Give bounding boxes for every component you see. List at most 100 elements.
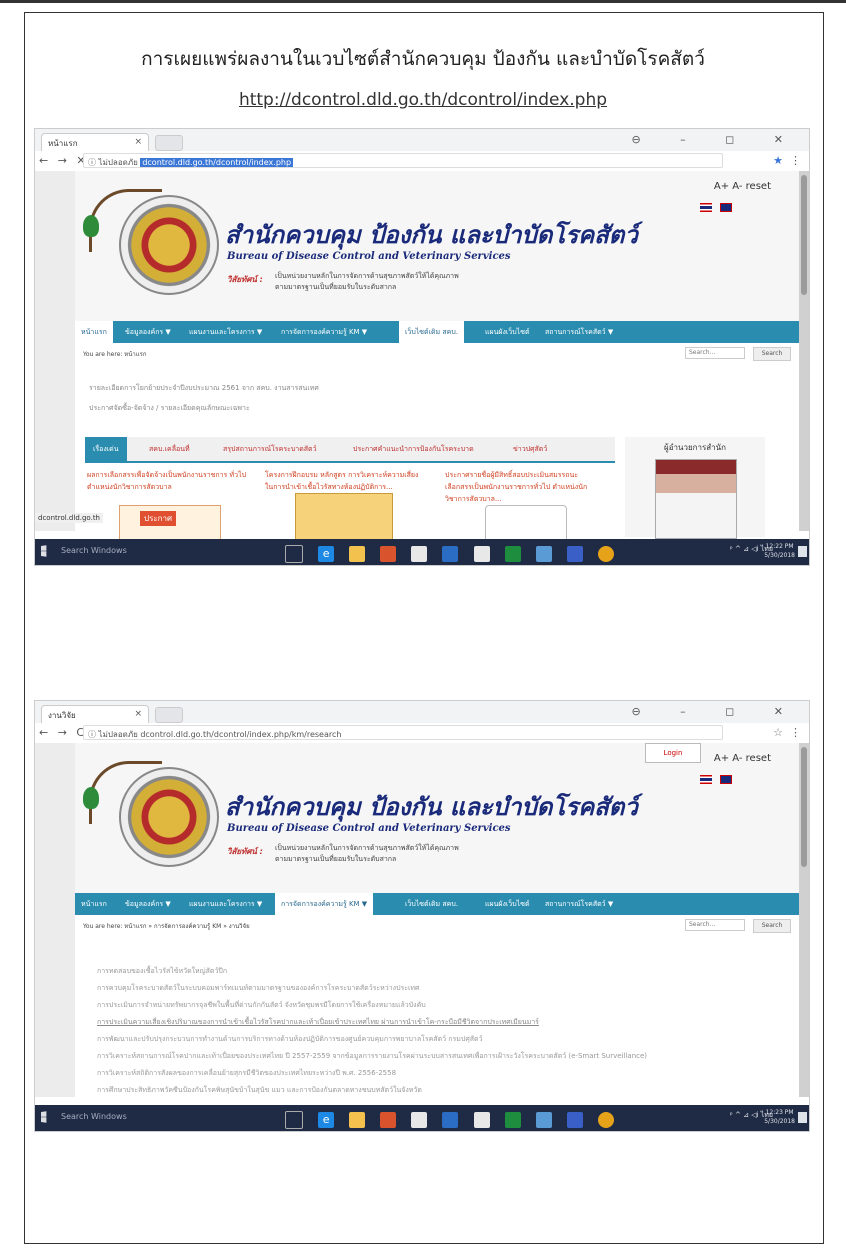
nav-old-site[interactable]: เว็บไซต์เดิม สคบ. [399, 893, 464, 915]
news-link[interactable]: รายละเอียดการโยกย้ายประจำปีงบประมาณ 2561… [89, 383, 319, 394]
nav-plans[interactable]: แผนงานและโครงการ ▼ [183, 321, 268, 343]
research-link[interactable]: การประเมินความเสี่ยงเชิงปริมาณของการนำเข… [97, 1014, 647, 1031]
excel-icon[interactable] [504, 545, 521, 562]
url-input[interactable]: ⓘ ไม่ปลอดภัย dcontrol.dld.go.th/dcontrol… [83, 725, 723, 740]
font-size-controls[interactable]: A+ A- reset [714, 753, 771, 764]
security-indicator[interactable]: ⓘ ไม่ปลอดภัย [88, 158, 138, 167]
featured-item-3-title[interactable]: ประกาศรายชื่อผู้มีสิทธิ์สอบประเมินสมรรถน… [445, 469, 605, 505]
url-input[interactable]: ⓘ ไม่ปลอดภัย dcontrol.dld.go.th/dcontrol… [83, 153, 723, 168]
windows-start-icon[interactable] [41, 1111, 47, 1123]
store-icon[interactable] [411, 545, 428, 562]
research-link[interactable]: การวิเคราะห์สถานการณ์โรคปากและเท้าเปื่อย… [97, 1048, 647, 1065]
featured-item-2-title[interactable]: โครงการฝึกอบรม หลักสูตร การวิเคราะห์ความ… [265, 469, 425, 493]
tab-close-icon[interactable]: × [134, 137, 142, 147]
bookmark-star-icon[interactable]: ★ [773, 154, 783, 167]
chrome-icon[interactable] [597, 1111, 614, 1128]
nav-home[interactable]: หน้าแรก [75, 321, 113, 343]
task-view-icon[interactable] [285, 544, 303, 563]
edge-icon[interactable]: e [318, 1111, 335, 1128]
nav-sitemap[interactable]: แผนผังเว็บไซต์ [479, 893, 536, 915]
scrollbar-thumb[interactable] [801, 175, 807, 295]
app-icon[interactable] [535, 1111, 552, 1128]
featured-item-1-title[interactable]: ผลการเลือกสรรเพื่อจัดจ้างเป็นพนักงานราชก… [87, 469, 247, 493]
vision-line-2: ตามมาตรฐานเป็นที่ยอมรับในระดับสากล [275, 855, 397, 863]
page-scrollbar[interactable] [799, 171, 809, 531]
nav-buttons[interactable]: ← → ✕ [39, 154, 89, 167]
window-controls[interactable]: ⊖ – ◻ ✕ [631, 133, 801, 146]
tab-mobile[interactable]: สคบ.เคลื่อนที่ [141, 437, 198, 461]
powerpoint-icon[interactable] [380, 1111, 397, 1128]
site-search-input[interactable]: Search... [685, 347, 745, 359]
edge-icon[interactable]: e [318, 545, 335, 562]
site-search-button[interactable]: Search [753, 919, 791, 933]
research-link[interactable]: การประเมินการจำหน่ายทรัพยากรจุลชีพในพื้น… [97, 997, 647, 1014]
taskbar-search[interactable]: Search Windows [61, 546, 127, 555]
news-link[interactable]: ประกาศจัดซื้อ-จัดจ้าง / รายละเอียดคุณลัก… [89, 403, 250, 414]
clock[interactable]: 12:23 PM 5/30/2018 [764, 1108, 795, 1126]
menu-icon[interactable]: ⋮ [790, 154, 801, 167]
store-icon[interactable] [411, 1111, 428, 1128]
word-icon[interactable] [442, 545, 459, 562]
research-link[interactable]: การควบคุมโรคระบาดสัตว์ในระบบคอมพาร์ทเมนท… [97, 980, 647, 997]
scrollbar-thumb[interactable] [801, 747, 807, 867]
browser-tab[interactable]: หน้าแรก × [41, 133, 149, 151]
nav-about[interactable]: ข้อมูลองค์กร ▼ [119, 893, 177, 915]
uk-flag-icon[interactable] [720, 775, 732, 784]
bookmark-star-icon[interactable]: ☆ [773, 726, 783, 739]
department-emblem [119, 195, 219, 295]
notification-icon[interactable] [798, 1112, 807, 1123]
page-scrollbar[interactable] [799, 743, 809, 1097]
site-search-button[interactable]: Search [753, 347, 791, 361]
nav-disease-situation[interactable]: สถานการณ์โรคสัตว์ ▼ [539, 893, 619, 915]
file-explorer-icon[interactable] [349, 1111, 366, 1128]
taskbar-search[interactable]: Search Windows [61, 1112, 127, 1121]
nav-plans[interactable]: แผนงานและโครงการ ▼ [183, 893, 268, 915]
new-tab-button[interactable] [155, 135, 183, 151]
nav-about[interactable]: ข้อมูลองค์กร ▼ [119, 321, 177, 343]
tab-close-icon[interactable]: × [134, 709, 142, 719]
research-link[interactable]: การวิเคราะห์สถิติการสังผลของการเคลื่อนย้… [97, 1065, 647, 1082]
thai-flag-icon[interactable] [699, 203, 712, 212]
clock[interactable]: 12:22 PM 5/30/2018 [764, 542, 795, 560]
menu-icon[interactable]: ⋮ [790, 726, 801, 739]
screenshot-research-page: งานวิจัย × ⊖ – ◻ ✕ ← → C ⓘ ไม่ปลอดภัย dc… [34, 700, 810, 1132]
app-icon[interactable] [535, 545, 552, 562]
mail-icon[interactable] [473, 545, 490, 562]
app-icon[interactable] [566, 1111, 583, 1128]
new-tab-button[interactable] [155, 707, 183, 723]
browser-tab[interactable]: งานวิจัย × [41, 705, 149, 723]
login-button[interactable]: Login [645, 743, 701, 763]
research-link[interactable]: การศึกษาประสิทธิภาพวัคซีนป้องกันโรคพิษสุ… [97, 1082, 647, 1099]
security-indicator[interactable]: ⓘ ไม่ปลอดภัย [88, 730, 138, 739]
notification-icon[interactable] [798, 546, 807, 557]
app-icon[interactable] [566, 545, 583, 562]
tab-disease-summary[interactable]: สรุปสถานการณ์โรคระบาดสัตว์ [215, 437, 325, 461]
excel-icon[interactable] [504, 1111, 521, 1128]
nav-home[interactable]: หน้าแรก [75, 893, 113, 915]
chrome-icon[interactable] [597, 545, 614, 562]
thai-flag-icon[interactable] [699, 775, 712, 784]
uk-flag-icon[interactable] [720, 203, 732, 212]
window-controls[interactable]: ⊖ – ◻ ✕ [631, 705, 801, 718]
research-link[interactable]: การพัฒนาและปรับปรุงกระบวนการทำงานด้านการ… [97, 1031, 647, 1048]
document-url-link[interactable]: http://dcontrol.dld.go.th/dcontrol/index… [0, 90, 846, 110]
nav-buttons[interactable]: ← → C [39, 726, 87, 739]
nav-km[interactable]: การจัดการองค์ความรู้ KM ▼ [275, 321, 373, 343]
nav-km[interactable]: การจัดการองค์ความรู้ KM ▼ [275, 893, 374, 915]
windows-start-icon[interactable] [41, 545, 47, 557]
nav-sitemap[interactable]: แผนผังเว็บไซต์ [479, 321, 536, 343]
word-icon[interactable] [442, 1111, 459, 1128]
research-link[interactable]: การทดสอบของเชื้อไวรัสไข้หวัดใหญ่สัตว์ปีก [97, 963, 647, 980]
nav-disease-situation[interactable]: สถานการณ์โรคสัตว์ ▼ [539, 321, 619, 343]
powerpoint-icon[interactable] [380, 545, 397, 562]
site-search-input[interactable]: Search... [685, 919, 745, 931]
tab-featured[interactable]: เรื่องเด่น [85, 437, 127, 461]
mail-icon[interactable] [473, 1111, 490, 1128]
tab-advice[interactable]: ประกาศคำแนะนำการป้องกันโรคระบาด [345, 437, 482, 461]
nav-old-site[interactable]: เว็บไซต์เดิม สคบ. [399, 321, 464, 343]
tab-livestock-news[interactable]: ข่าวปศุสัตว์ [505, 437, 555, 461]
file-explorer-icon[interactable] [349, 545, 366, 562]
content-tabs: เรื่องเด่น สคบ.เคลื่อนที่ สรุปสถานการณ์โ… [85, 437, 615, 463]
font-size-controls[interactable]: A+ A- reset [714, 181, 771, 192]
task-view-icon[interactable] [285, 1110, 303, 1129]
